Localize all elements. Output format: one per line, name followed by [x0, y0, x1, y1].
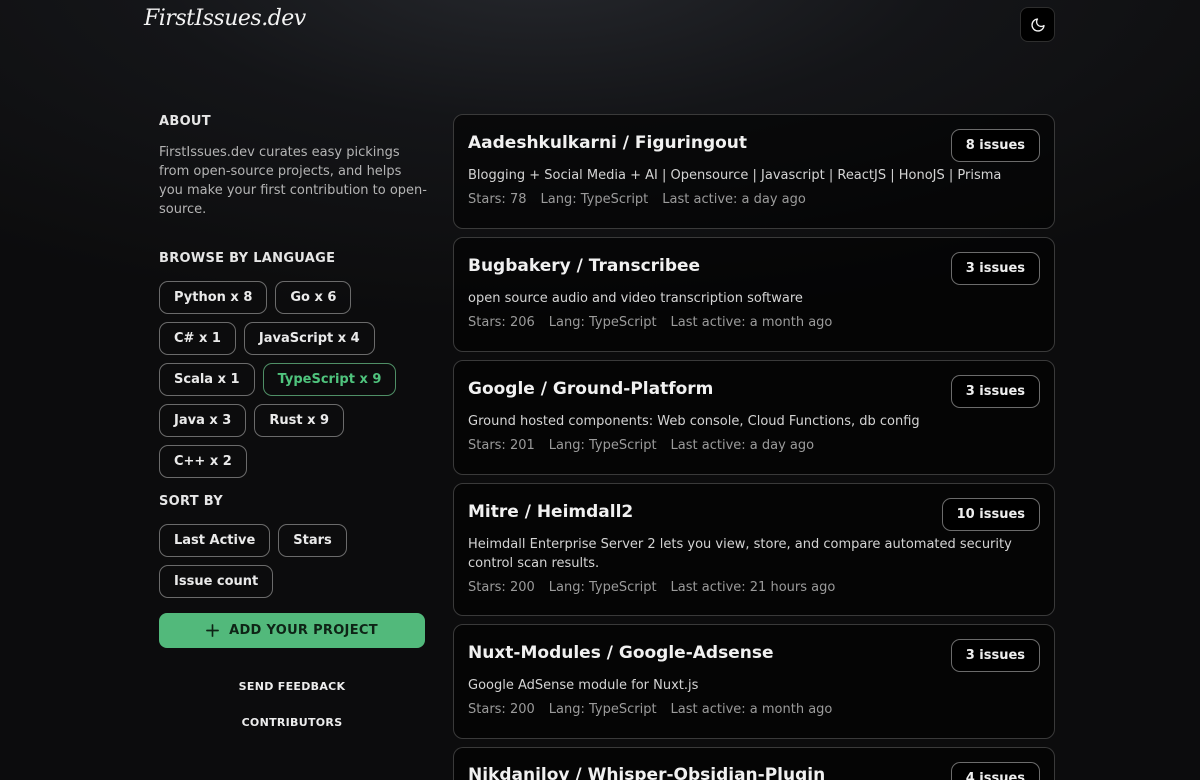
language-pill-csharp[interactable]: C# x 1	[159, 322, 236, 355]
repo-card[interactable]: Nikdanilov / Whisper-Obsidian-Plugin 4 i…	[453, 747, 1055, 780]
sort-last-active-button[interactable]: Last Active	[159, 524, 271, 557]
repo-stars: Stars: 200	[468, 702, 535, 717]
header: FirstIssues.dev	[0, 0, 1200, 50]
language-pill-python[interactable]: Python x 8	[159, 281, 268, 314]
issue-count-badge[interactable]: 4 issues	[950, 762, 1040, 780]
repo-meta: Stars: 78 Lang: TypeScript Last active: …	[468, 192, 1040, 207]
repo-language: Lang: TypeScript	[548, 315, 657, 330]
repo-last-active: Last active: a day ago	[670, 438, 815, 453]
repo-last-active: Last active: a month ago	[670, 315, 833, 330]
repo-language: Lang: TypeScript	[548, 438, 657, 453]
repo-card[interactable]: Google / Ground-Platform 3 issues Ground…	[453, 360, 1055, 475]
repo-language: Lang: TypeScript	[540, 192, 649, 207]
language-pill-scala[interactable]: Scala x 1	[159, 363, 255, 396]
language-pill-go[interactable]: Go x 6	[275, 281, 352, 314]
repo-description: Ground hosted components: Web console, C…	[468, 414, 920, 429]
repo-language: Lang: TypeScript	[548, 702, 657, 717]
about-title: ABOUT	[159, 114, 211, 129]
issue-count-badge[interactable]: 8 issues	[950, 129, 1040, 162]
browse-language-title: BROWSE BY LANGUAGE	[159, 251, 336, 266]
add-project-button[interactable]: ADD YOUR PROJECT	[159, 613, 425, 648]
repo-meta: Stars: 201 Lang: TypeScript Last active:…	[468, 438, 1040, 453]
send-feedback-link[interactable]: SEND FEEDBACK	[159, 680, 425, 693]
repo-last-active: Last active: a month ago	[670, 702, 833, 717]
language-pill-java[interactable]: Java x 3	[159, 404, 247, 437]
repo-meta: Stars: 200 Lang: TypeScript Last active:…	[468, 702, 1040, 717]
repo-description: open source audio and video transcriptio…	[468, 291, 803, 306]
repo-last-active: Last active: 21 hours ago	[670, 580, 836, 595]
theme-toggle-button[interactable]	[1020, 7, 1055, 42]
issue-count-badge[interactable]: 3 issues	[950, 375, 1040, 408]
sort-stars-button[interactable]: Stars	[278, 524, 347, 557]
sort-option-list: Last Active Stars Issue count	[159, 524, 429, 598]
language-pill-typescript[interactable]: TypeScript x 9	[262, 363, 397, 396]
add-project-label: ADD YOUR PROJECT	[229, 623, 378, 638]
site-logo[interactable]: FirstIssues.dev	[144, 6, 306, 31]
repo-card[interactable]: Nuxt-Modules / Google-Adsense 3 issues G…	[453, 624, 1055, 739]
repo-meta: Stars: 206 Lang: TypeScript Last active:…	[468, 315, 1040, 330]
repo-list: Aadeshkulkarni / Figuringout 8 issues Bl…	[453, 114, 1055, 780]
repo-language: Lang: TypeScript	[548, 580, 657, 595]
repo-stars: Stars: 201	[468, 438, 535, 453]
repo-meta: Stars: 200 Lang: TypeScript Last active:…	[468, 580, 1040, 595]
sort-issue-count-button[interactable]: Issue count	[159, 565, 274, 598]
moon-icon	[1030, 17, 1045, 32]
contributors-link[interactable]: CONTRIBUTORS	[159, 716, 425, 729]
repo-stars: Stars: 206	[468, 315, 535, 330]
repo-card[interactable]: Aadeshkulkarni / Figuringout 8 issues Bl…	[453, 114, 1055, 229]
repo-last-active: Last active: a day ago	[662, 192, 806, 207]
repo-description: Heimdall Enterprise Server 2 lets you vi…	[468, 537, 1012, 571]
sort-by-title: SORT BY	[159, 494, 223, 509]
plus-icon	[206, 624, 220, 637]
repo-card[interactable]: Bugbakery / Transcribee 3 issues open so…	[453, 237, 1055, 352]
repo-stars: Stars: 78	[468, 192, 527, 207]
repo-description: Google AdSense module for Nuxt.js	[468, 678, 699, 693]
language-pill-rust[interactable]: Rust x 9	[254, 404, 345, 437]
about-text: FirstIssues.dev curates easy pickings fr…	[159, 145, 427, 217]
issue-count-badge[interactable]: 3 issues	[950, 252, 1040, 285]
language-filter-list: Python x 8 Go x 6 C# x 1 JavaScript x 4 …	[159, 281, 429, 478]
sidebar: ABOUT FirstIssues.dev curates easy picki…	[159, 114, 427, 729]
issue-count-badge[interactable]: 3 issues	[950, 639, 1040, 672]
repo-card[interactable]: Mitre / Heimdall2 10 issues Heimdall Ent…	[453, 483, 1055, 616]
language-pill-cpp[interactable]: C++ x 2	[159, 445, 247, 478]
repo-stars: Stars: 200	[468, 580, 535, 595]
issue-count-badge[interactable]: 10 issues	[941, 498, 1040, 531]
language-pill-javascript[interactable]: JavaScript x 4	[243, 322, 375, 355]
repo-description: Blogging + Social Media + AI | Opensourc…	[468, 168, 1002, 183]
